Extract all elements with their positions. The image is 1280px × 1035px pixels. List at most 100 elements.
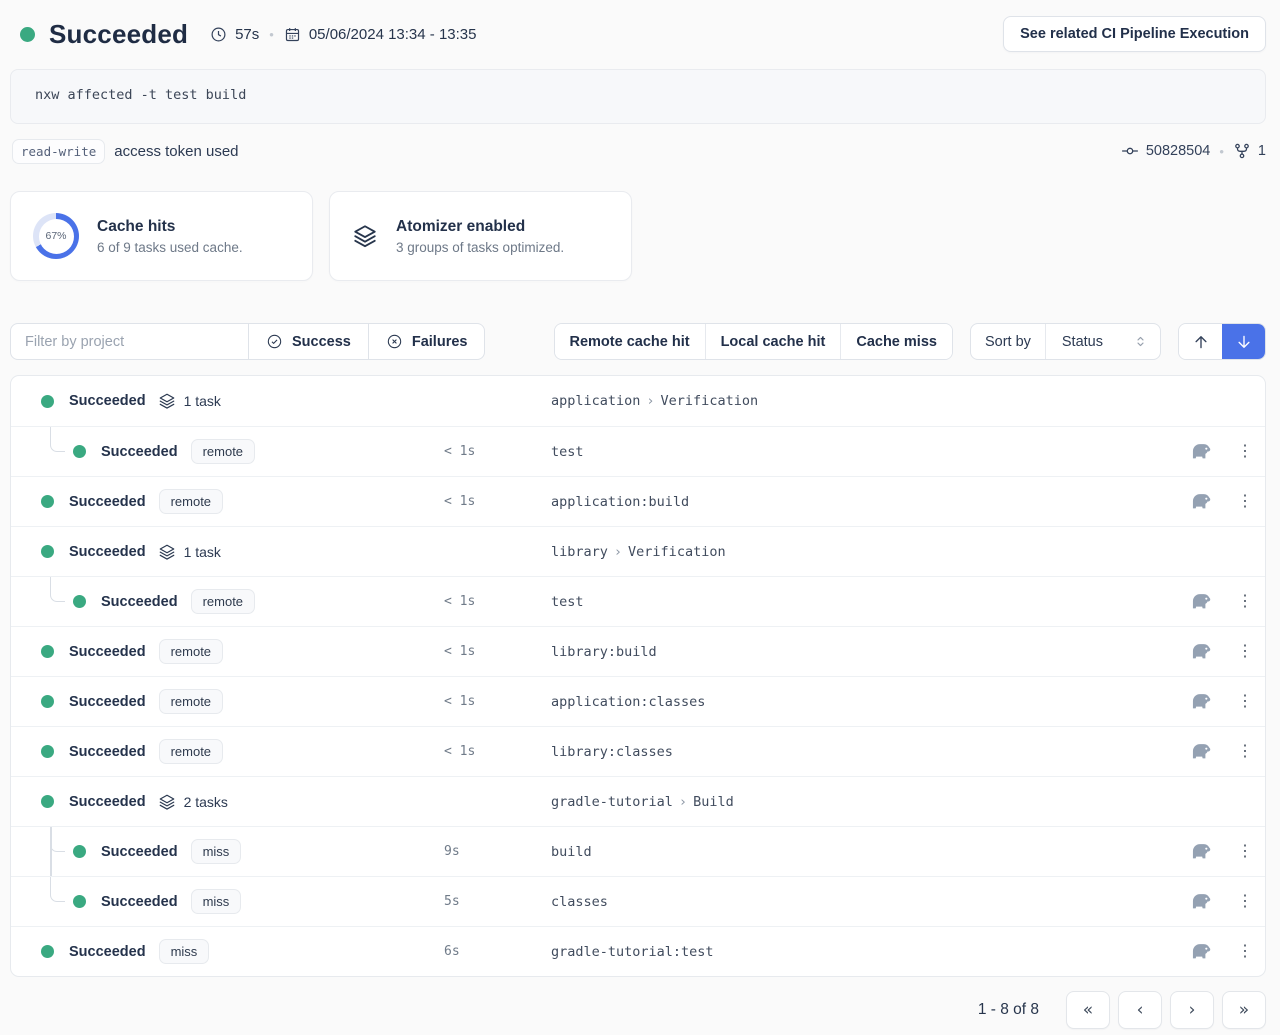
run-command: nxw affected -t test build xyxy=(10,69,1266,124)
status-dot xyxy=(41,795,54,808)
task-duration: 9s xyxy=(444,844,460,859)
gradle-icon[interactable] xyxy=(1190,642,1212,661)
pagination-buttons: « ‹ › » xyxy=(1066,991,1266,1029)
table-row[interactable]: Succeededmiss5sclasses⋮ xyxy=(11,876,1265,926)
table-row[interactable]: Succeeded1 tasklibrary›Verification xyxy=(11,526,1265,576)
last-page-button[interactable]: » xyxy=(1222,991,1266,1029)
failures-filter-button[interactable]: Failures xyxy=(369,323,486,360)
row-status-group: Succeeded1 task xyxy=(11,543,221,561)
table-row[interactable]: Succeededremote< 1sapplication:classes⋮ xyxy=(11,676,1265,726)
success-filter-label: Success xyxy=(292,334,351,350)
gradle-icon[interactable] xyxy=(1190,742,1212,761)
gradle-icon[interactable] xyxy=(1190,842,1212,861)
access-token-badge: read-write xyxy=(12,139,105,164)
pagination: 1 - 8 of 8 « ‹ › » xyxy=(10,991,1266,1029)
table-row[interactable]: Succeededremote< 1sapplication:build⋮ xyxy=(11,476,1265,526)
filter-right-group: Remote cache hit Local cache hit Cache m… xyxy=(554,323,1267,360)
kebab-menu-icon[interactable]: ⋮ xyxy=(1237,844,1247,860)
task-duration: < 1s xyxy=(444,444,475,459)
gradle-icon[interactable] xyxy=(1190,942,1212,961)
run-header: Succeeded 57s • 05/06/2024 13:34 - 13:35… xyxy=(10,14,1266,54)
kebab-menu-icon[interactable]: ⋮ xyxy=(1237,644,1247,660)
filter-by-project-input[interactable] xyxy=(10,323,249,360)
see-related-pipeline-button[interactable]: See related CI Pipeline Execution xyxy=(1003,16,1266,52)
table-row[interactable]: Succeededremote< 1slibrary:build⋮ xyxy=(11,626,1265,676)
kebab-menu-icon[interactable]: ⋮ xyxy=(1237,444,1247,460)
first-page-button[interactable]: « xyxy=(1066,991,1110,1029)
atomizer-card[interactable]: Atomizer enabled 3 groups of tasks optim… xyxy=(329,191,632,281)
branch-icon xyxy=(1233,142,1251,160)
commit-id[interactable]: 50828504 xyxy=(1146,143,1211,159)
local-cache-hit-button[interactable]: Local cache hit xyxy=(706,324,842,359)
tree-connector-elbow xyxy=(50,577,65,602)
gradle-icon[interactable] xyxy=(1190,492,1212,511)
status-dot xyxy=(41,645,54,658)
kebab-menu-icon[interactable]: ⋮ xyxy=(1237,944,1247,960)
next-page-button[interactable]: › xyxy=(1170,991,1214,1029)
status-dot xyxy=(41,545,54,558)
status-dot xyxy=(41,495,54,508)
group-project-path: gradle-tutorial›Build xyxy=(551,794,734,810)
cache-status-badge: miss xyxy=(191,839,242,864)
task-status-label: Succeeded xyxy=(69,393,146,409)
kebab-menu-icon[interactable]: ⋮ xyxy=(1237,694,1247,710)
cache-status-badge: remote xyxy=(159,739,223,764)
kebab-menu-icon[interactable]: ⋮ xyxy=(1237,594,1247,610)
task-name: library:classes xyxy=(551,744,673,760)
meta-separator: • xyxy=(1219,144,1224,159)
task-name: test xyxy=(551,594,584,610)
sort-direction-group xyxy=(1178,323,1266,360)
row-status-group: Succeededremote xyxy=(11,689,223,714)
remote-cache-hit-button[interactable]: Remote cache hit xyxy=(555,324,706,359)
table-row[interactable]: Succeededmiss6sgradle-tutorial:test⋮ xyxy=(11,926,1265,976)
table-row[interactable]: Succeeded1 taskapplication›Verification xyxy=(11,376,1265,426)
gradle-icon[interactable] xyxy=(1190,892,1212,911)
row-actions: ⋮ xyxy=(1190,842,1247,861)
page-title: Succeeded xyxy=(49,19,188,50)
task-duration: < 1s xyxy=(444,644,475,659)
sort-descending-button[interactable] xyxy=(1222,324,1265,359)
token-row: read-write access token used 50828504 • … xyxy=(10,137,1266,165)
task-status-label: Succeeded xyxy=(69,694,146,710)
table-row[interactable]: Succeededmiss9sbuild⋮ xyxy=(11,826,1265,876)
table-row[interactable]: Succeededremote< 1slibrary:classes⋮ xyxy=(11,726,1265,776)
calendar-icon xyxy=(284,26,301,43)
table-row[interactable]: Succeededremote< 1stest⋮ xyxy=(11,576,1265,626)
kebab-menu-icon[interactable]: ⋮ xyxy=(1237,494,1247,510)
cache-miss-button[interactable]: Cache miss xyxy=(841,324,952,359)
sort-select[interactable]: Status xyxy=(1046,324,1160,359)
success-filter-button[interactable]: Success xyxy=(249,323,369,360)
gradle-icon[interactable] xyxy=(1190,692,1212,711)
gradle-icon[interactable] xyxy=(1190,442,1212,461)
chevron-right-icon: › xyxy=(646,393,654,409)
x-circle-icon xyxy=(386,333,403,350)
kebab-menu-icon[interactable]: ⋮ xyxy=(1237,744,1247,760)
layers-icon xyxy=(158,392,176,410)
failures-filter-label: Failures xyxy=(412,334,468,350)
tree-connector-elbow xyxy=(50,427,65,452)
task-name: application:classes xyxy=(551,694,705,710)
clock-icon xyxy=(210,26,227,43)
row-status-group: Succeededmiss xyxy=(11,839,241,864)
task-duration: 5s xyxy=(444,894,460,909)
group-task-count: 2 tasks xyxy=(184,794,228,810)
prev-page-button[interactable]: ‹ xyxy=(1118,991,1162,1029)
task-status-label: Succeeded xyxy=(69,544,146,560)
cache-status-badge: remote xyxy=(191,589,255,614)
table-row[interactable]: Succeeded2 tasksgradle-tutorial›Build xyxy=(11,776,1265,826)
kebab-menu-icon[interactable]: ⋮ xyxy=(1237,894,1247,910)
target-group-name: Verification xyxy=(628,544,726,560)
gradle-icon[interactable] xyxy=(1190,592,1212,611)
table-row[interactable]: Succeededremote< 1stest⋮ xyxy=(11,426,1265,476)
row-status-group: Succeededmiss xyxy=(11,889,241,914)
sort-ascending-button[interactable] xyxy=(1179,324,1222,359)
commit-icon xyxy=(1121,142,1139,160)
cache-hits-card[interactable]: 67% Cache hits 6 of 9 tasks used cache. xyxy=(10,191,313,281)
row-actions: ⋮ xyxy=(1190,742,1247,761)
sort-group: Sort by Status xyxy=(970,323,1161,360)
cache-status-badge: remote xyxy=(191,439,255,464)
project-name: library xyxy=(551,544,608,560)
access-token-label: access token used xyxy=(114,143,238,160)
row-status-group: Succeededremote xyxy=(11,739,223,764)
row-status-group: Succeededremote xyxy=(11,489,223,514)
